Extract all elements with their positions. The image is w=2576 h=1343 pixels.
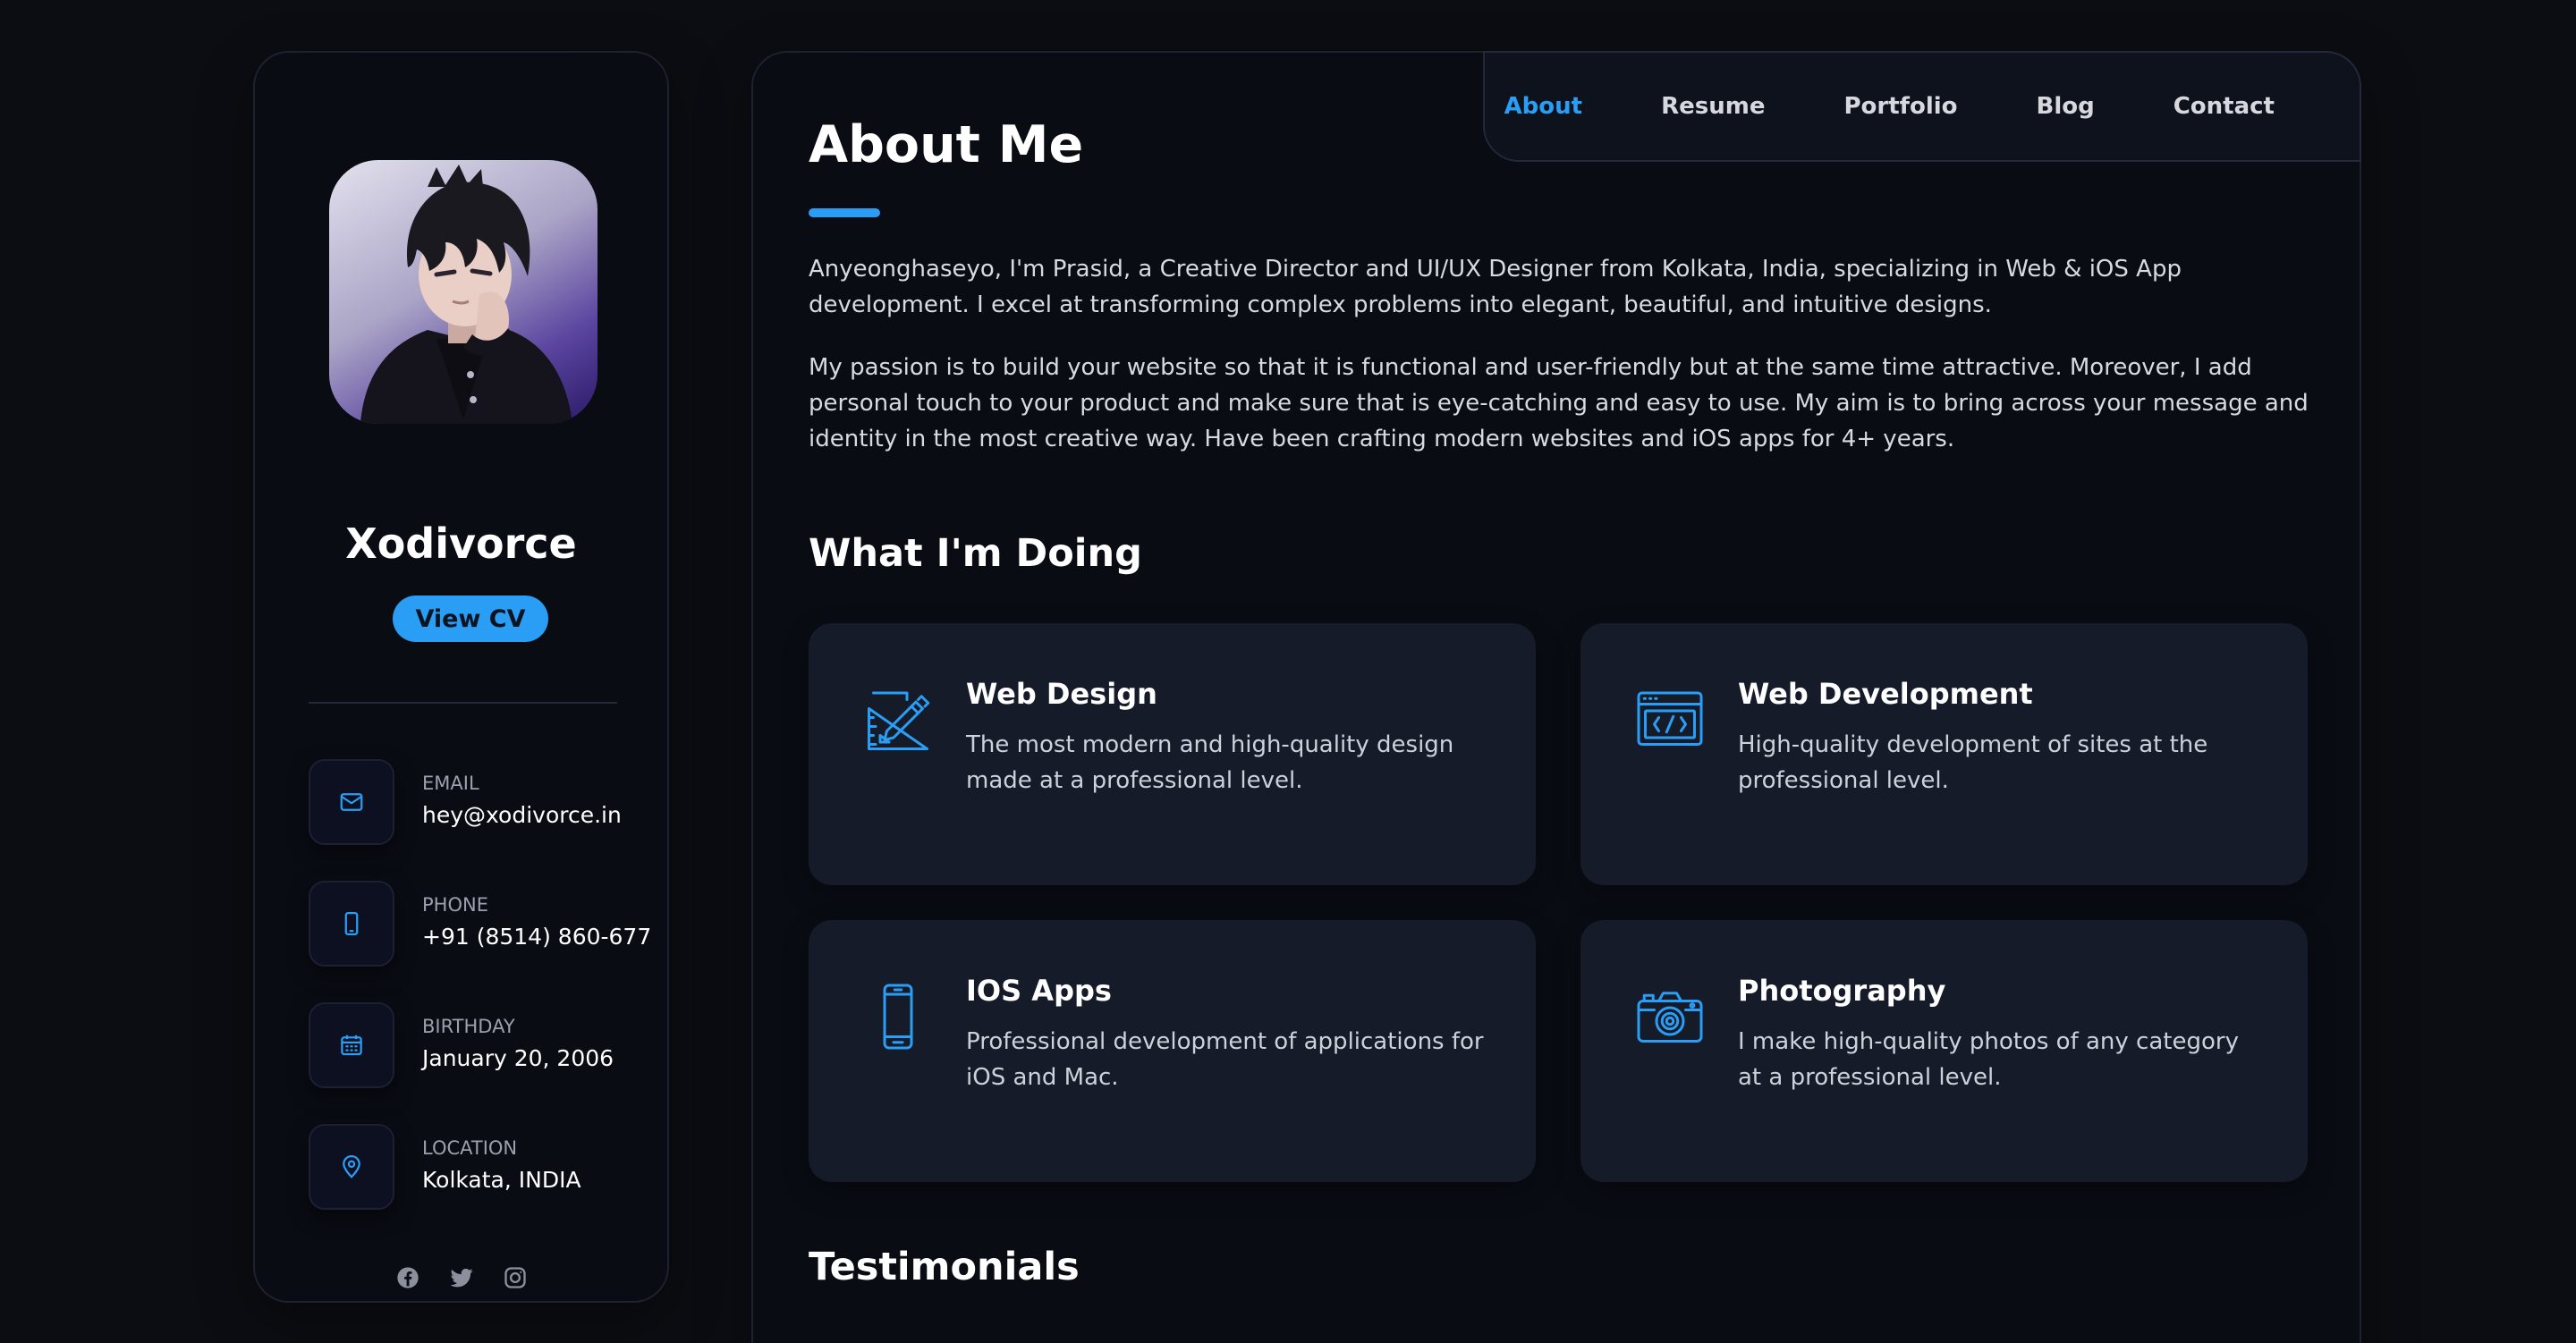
page: Xodivorce View CV EMAIL hey@xodivorce.in <box>0 0 2576 1343</box>
title-underline <box>809 208 880 217</box>
email-link[interactable]: hey@xodivorce.in <box>422 802 622 828</box>
birthday-value: January 20, 2006 <box>422 1045 614 1071</box>
nav-link-portfolio[interactable]: Portfolio <box>1843 93 1957 120</box>
social-links <box>255 1264 667 1291</box>
contact-item-email: EMAIL hey@xodivorce.in <box>309 759 631 845</box>
phone-icon <box>309 881 394 967</box>
about-paragraph: Anyeonghaseyo, I'm Prasid, a Creative Di… <box>809 256 2182 318</box>
sidebar-divider <box>309 702 617 704</box>
about-paragraph: My passion is to build your website so t… <box>809 354 2309 452</box>
service-description: The most modern and high-quality design … <box>966 731 1454 794</box>
location-pin-icon <box>309 1124 394 1210</box>
contact-label: EMAIL <box>422 773 479 794</box>
design-icon <box>862 684 934 756</box>
contact-item-phone: PHONE +91 (8514) 860-677 <box>309 881 651 967</box>
avatar-illustration <box>360 165 572 424</box>
navbar: About Resume Portfolio Blog Contact <box>1483 51 2361 162</box>
profile-name: Xodivorce <box>345 519 577 568</box>
mail-icon <box>309 759 394 845</box>
service-description: I make high-quality photos of any catego… <box>1738 1028 2239 1091</box>
contact-item-location: LOCATION Kolkata, INDIA <box>309 1124 631 1210</box>
services-title: What I'm Doing <box>809 531 1142 576</box>
camera-icon <box>1634 981 1706 1052</box>
service-title: Photography <box>1738 974 1946 1008</box>
contact-label: PHONE <box>422 894 488 916</box>
service-description: Professional development of applications… <box>966 1028 1484 1091</box>
service-title: Web Design <box>966 677 1157 711</box>
nav-link-contact[interactable]: Contact <box>2174 93 2275 120</box>
smartphone-icon <box>862 981 934 1052</box>
service-card-web-development: Web Development High-quality development… <box>1580 623 2308 885</box>
location-value: Kolkata, INDIA <box>422 1167 581 1193</box>
service-title: IOS Apps <box>966 974 1112 1008</box>
service-card-web-design: Web Design The most modern and high-qual… <box>809 623 1536 885</box>
testimonials-title: Testimonials <box>809 1245 1080 1289</box>
contact-label: BIRTHDAY <box>422 1016 515 1037</box>
facebook-icon[interactable] <box>394 1264 421 1291</box>
phone-link[interactable]: +91 (8514) 860-677 <box>422 924 651 950</box>
instagram-icon[interactable] <box>502 1264 529 1291</box>
twitter-icon[interactable] <box>448 1264 475 1291</box>
code-window-icon <box>1634 684 1706 756</box>
service-description: High-quality development of sites at the… <box>1738 731 2208 794</box>
service-card-photography: Photography I make high-quality photos o… <box>1580 920 2308 1182</box>
service-title: Web Development <box>1738 677 2033 711</box>
service-card-ios-apps: IOS Apps Professional development of app… <box>809 920 1536 1182</box>
contact-label: LOCATION <box>422 1137 518 1159</box>
contact-item-birthday: BIRTHDAY January 20, 2006 <box>309 1002 631 1088</box>
calendar-icon <box>309 1002 394 1088</box>
avatar <box>329 160 597 424</box>
sidebar: Xodivorce View CV EMAIL hey@xodivorce.in <box>253 51 669 1303</box>
nav-link-blog[interactable]: Blog <box>2037 93 2095 120</box>
main-content: About Resume Portfolio Blog Contact Abou… <box>751 51 2361 1343</box>
view-cv-button[interactable]: View CV <box>393 595 548 642</box>
page-title: About Me <box>809 115 1084 174</box>
nav-link-about[interactable]: About <box>1504 93 1583 120</box>
nav-link-resume[interactable]: Resume <box>1661 93 1765 120</box>
